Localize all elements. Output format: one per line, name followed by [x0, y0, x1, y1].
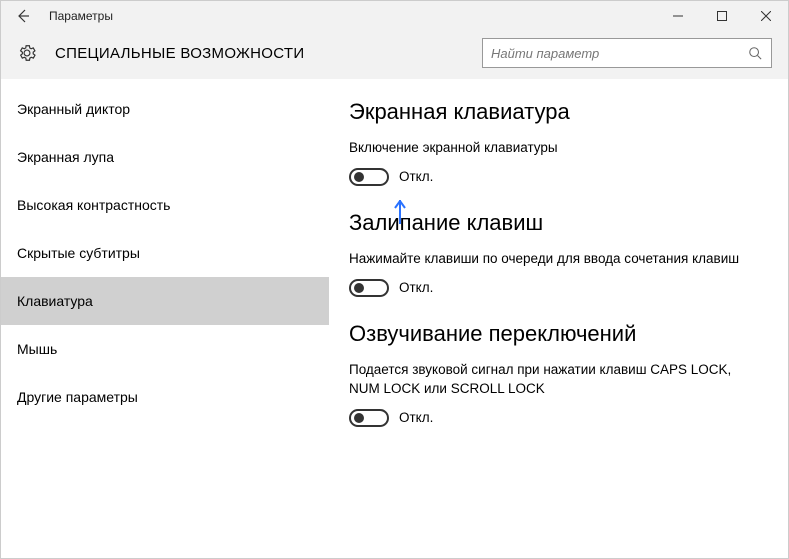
annotation-arrow-icon	[393, 200, 407, 233]
arrow-left-icon	[15, 8, 31, 24]
sidebar-item-label: Экранный диктор	[17, 101, 130, 117]
sidebar-item-other[interactable]: Другие параметры	[1, 373, 329, 421]
sidebar-item-mouse[interactable]: Мышь	[1, 325, 329, 373]
sidebar-item-narrator[interactable]: Экранный диктор	[1, 85, 329, 133]
minimize-icon	[673, 11, 683, 21]
maximize-icon	[717, 11, 727, 21]
section-description: Нажимайте клавиши по очереди для ввода с…	[349, 250, 762, 269]
toggle-row: Откл.	[349, 409, 762, 427]
sidebar-item-label: Клавиатура	[17, 293, 93, 309]
settings-window: Параметры СПЕЦИАЛЬНЫЕ ВОЗМОЖНОСТИ	[0, 0, 789, 559]
sidebar-item-label: Мышь	[17, 341, 57, 357]
minimize-button[interactable]	[656, 1, 700, 31]
toggle-sticky-keys[interactable]	[349, 279, 389, 297]
maximize-button[interactable]	[700, 1, 744, 31]
search-icon	[747, 45, 763, 61]
section-on-screen-keyboard: Экранная клавиатура Включение экранной к…	[349, 99, 762, 186]
sidebar-item-label: Экранная лупа	[17, 149, 114, 165]
toggle-knob	[354, 283, 364, 293]
sidebar-item-label: Высокая контрастность	[17, 197, 170, 213]
content-body: Экранный диктор Экранная лупа Высокая ко…	[1, 79, 788, 558]
sidebar-item-keyboard[interactable]: Клавиатура	[1, 277, 329, 325]
sidebar-item-magnifier[interactable]: Экранная лупа	[1, 133, 329, 181]
window-title: Параметры	[49, 9, 113, 23]
sidebar-item-high-contrast[interactable]: Высокая контрастность	[1, 181, 329, 229]
section-heading: Озвучивание переключений	[349, 321, 762, 347]
close-button[interactable]	[744, 1, 788, 31]
section-description: Подается звуковой сигнал при нажатии кла…	[349, 361, 762, 399]
titlebar: Параметры	[1, 1, 788, 31]
toggle-on-screen-keyboard[interactable]	[349, 168, 389, 186]
header-bar: СПЕЦИАЛЬНЫЕ ВОЗМОЖНОСТИ	[1, 31, 788, 79]
toggle-row: Откл.	[349, 279, 762, 297]
section-heading: Залипание клавиш	[349, 210, 762, 236]
settings-gear-icon	[13, 39, 41, 67]
search-input[interactable]	[491, 46, 741, 61]
toggle-row: Откл.	[349, 168, 762, 186]
toggle-knob	[354, 413, 364, 423]
gear-icon	[17, 43, 37, 63]
close-icon	[761, 11, 771, 21]
toggle-state-label: Откл.	[399, 280, 433, 295]
main-panel: Экранная клавиатура Включение экранной к…	[329, 79, 788, 558]
toggle-knob	[354, 172, 364, 182]
sidebar-item-label: Скрытые субтитры	[17, 245, 140, 261]
category-title: СПЕЦИАЛЬНЫЕ ВОЗМОЖНОСТИ	[55, 45, 304, 62]
toggle-toggle-keys[interactable]	[349, 409, 389, 427]
sidebar: Экранный диктор Экранная лупа Высокая ко…	[1, 79, 329, 558]
section-description: Включение экранной клавиатуры	[349, 139, 762, 158]
toggle-state-label: Откл.	[399, 169, 433, 184]
section-sticky-keys: Залипание клавиш Нажимайте клавиши по оч…	[349, 210, 762, 297]
section-heading: Экранная клавиатура	[349, 99, 762, 125]
toggle-state-label: Откл.	[399, 410, 433, 425]
sidebar-item-closed-captions[interactable]: Скрытые субтитры	[1, 229, 329, 277]
back-button[interactable]	[1, 1, 45, 31]
sidebar-item-label: Другие параметры	[17, 389, 138, 405]
search-box[interactable]	[482, 38, 772, 68]
section-toggle-keys: Озвучивание переключений Подается звуков…	[349, 321, 762, 427]
